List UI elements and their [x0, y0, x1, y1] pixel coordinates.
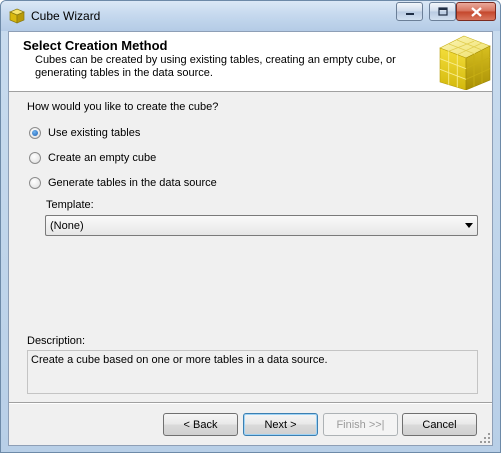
option-generate-tables[interactable]: Generate tables in the data source: [29, 175, 217, 191]
template-select[interactable]: (None): [45, 215, 478, 236]
window-title: Cube Wizard: [31, 9, 101, 23]
cube-logo-icon: [439, 35, 491, 90]
page-description: Cubes can be created by using existing t…: [35, 54, 396, 79]
template-select-value: (None): [50, 220, 84, 232]
cube-wizard-window: Cube Wizard Select Creation Method Cubes…: [0, 0, 501, 453]
option-use-existing-tables[interactable]: Use existing tables: [29, 125, 140, 141]
back-button[interactable]: < Back: [163, 413, 238, 436]
description-box: Create a cube based on one or more table…: [27, 350, 478, 394]
minimize-icon: [405, 12, 414, 15]
option-label: Create an empty cube: [48, 152, 157, 164]
option-label: Generate tables in the data source: [48, 177, 217, 189]
option-label: Use existing tables: [48, 127, 141, 139]
finish-button[interactable]: Finish >>|: [323, 413, 398, 436]
footer-divider: [9, 402, 492, 404]
option-create-empty-cube[interactable]: Create an empty cube: [29, 150, 156, 166]
template-label: Template:: [46, 199, 94, 211]
description-label: Description:: [27, 335, 86, 347]
radio-create-empty-cube[interactable]: [29, 152, 41, 164]
minimize-button[interactable]: [396, 2, 423, 21]
close-button[interactable]: [456, 2, 496, 21]
wizard-client-area: Select Creation Method Cubes can be crea…: [8, 31, 493, 446]
wizard-header: Select Creation Method Cubes can be crea…: [9, 32, 492, 92]
maximize-icon: [437, 7, 448, 16]
resize-grip-icon[interactable]: [479, 432, 491, 444]
close-icon: [470, 6, 482, 17]
cancel-button[interactable]: Cancel: [402, 413, 477, 436]
creation-question: How would you like to create the cube?: [27, 101, 219, 113]
cube-icon: [9, 8, 25, 24]
maximize-button[interactable]: [429, 2, 456, 21]
radio-selected-dot: [32, 130, 38, 136]
next-button[interactable]: Next >: [243, 413, 318, 436]
title-bar[interactable]: Cube Wizard: [1, 1, 500, 31]
chevron-down-icon[interactable]: [465, 223, 473, 228]
page-title: Select Creation Method: [23, 38, 168, 53]
radio-use-existing-tables[interactable]: [29, 127, 41, 139]
radio-generate-tables[interactable]: [29, 177, 41, 189]
